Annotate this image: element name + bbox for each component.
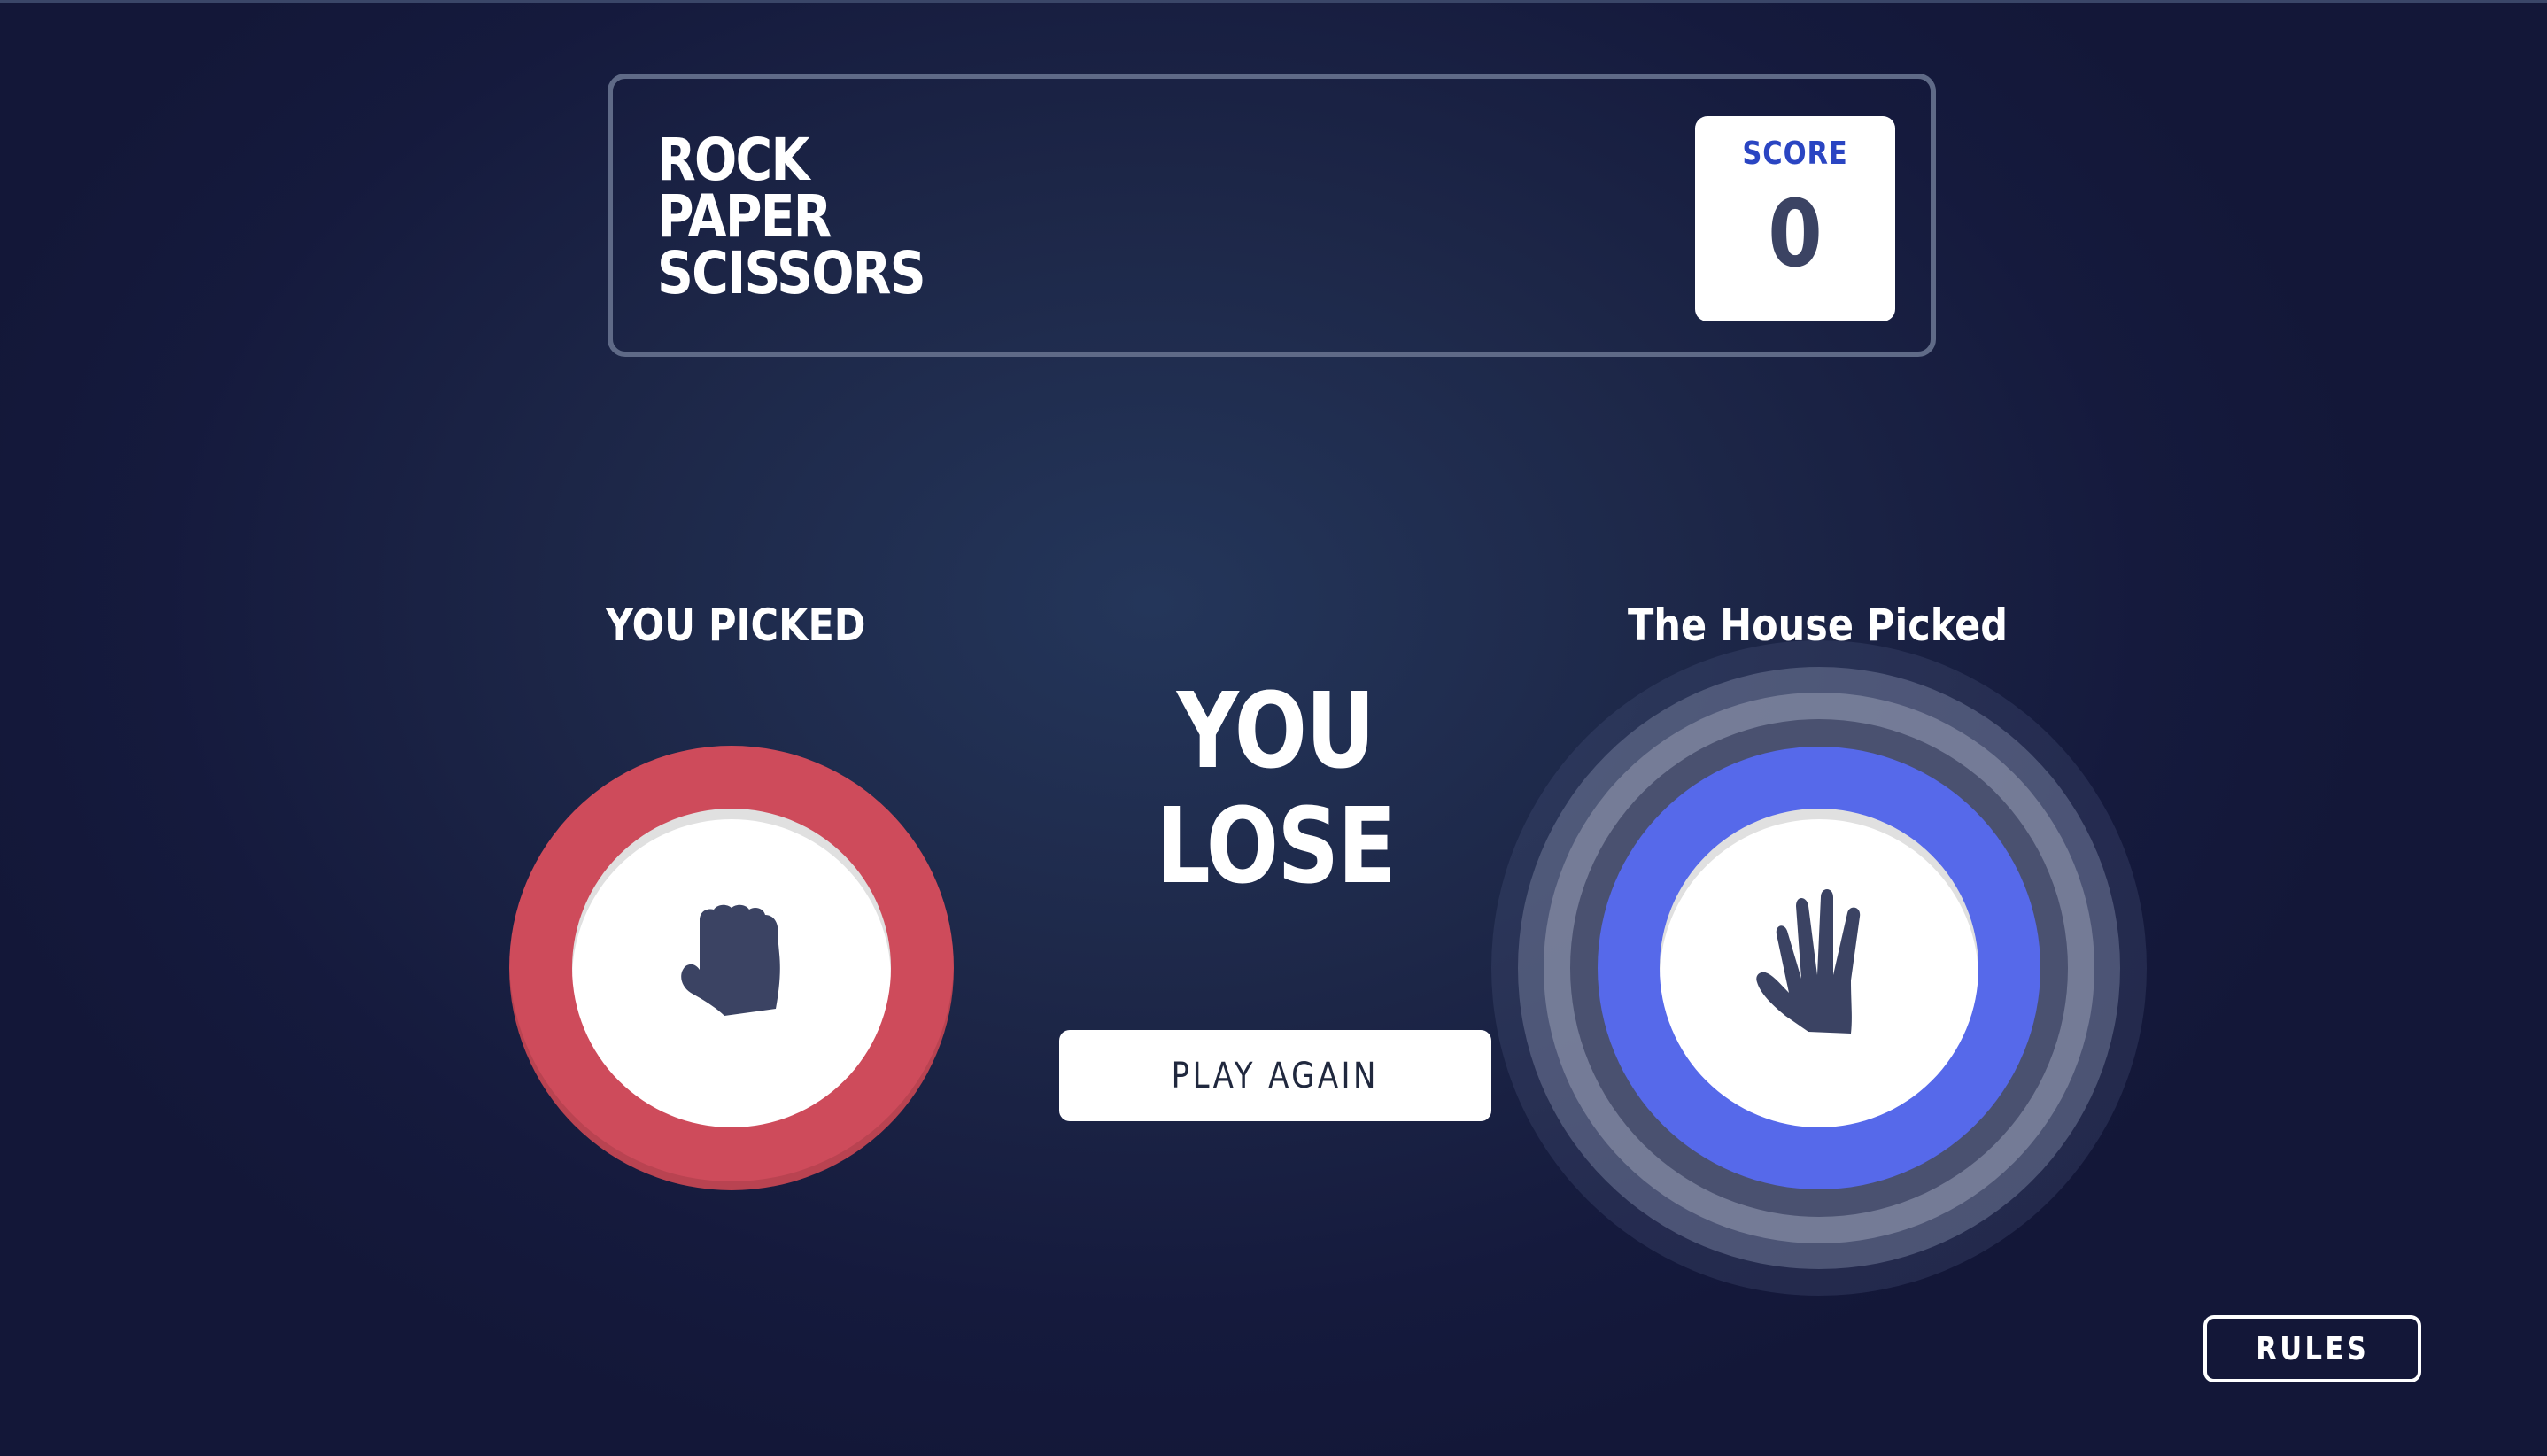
result-text: YOU LOSE <box>1156 670 1396 907</box>
rules-label: RULES <box>2256 1330 2369 1367</box>
house-paper-token <box>1598 747 2040 1189</box>
top-border-line <box>0 0 2547 3</box>
title-line-rock: ROCK <box>657 126 809 194</box>
play-again-button[interactable]: PLAY AGAIN <box>1059 1030 1491 1121</box>
paper-hand-icon <box>1756 889 1861 1034</box>
player-token-face <box>572 809 891 1127</box>
player-rock-token <box>509 746 954 1190</box>
player-pick-label: YOU PICKED <box>606 600 866 651</box>
game-header: ROCK PAPER SCISSORS SCORE 0 <box>608 74 1936 357</box>
house-token-face <box>1660 809 1978 1127</box>
rock-fist-icon <box>681 904 780 1016</box>
rules-button[interactable]: RULES <box>2203 1315 2421 1382</box>
game-title: ROCK PAPER SCISSORS <box>657 126 926 307</box>
score-label: SCORE <box>1742 136 1848 172</box>
score-box: SCORE 0 <box>1695 116 1895 321</box>
title-line-scissors: SCISSORS <box>657 239 926 307</box>
title-line-paper: PAPER <box>657 182 832 251</box>
play-again-label: PLAY AGAIN <box>1171 1055 1380 1096</box>
score-value: 0 <box>1768 180 1823 288</box>
